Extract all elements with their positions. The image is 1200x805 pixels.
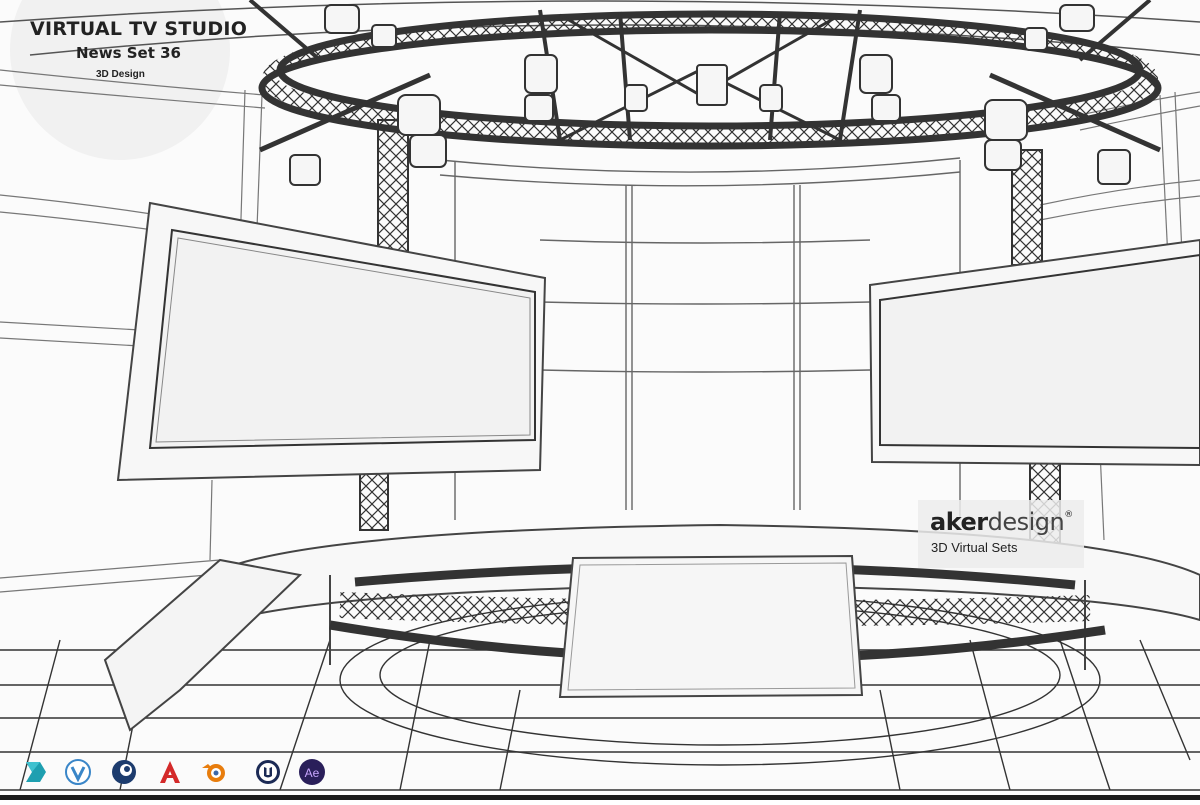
brand-badge: akerdesign® 3D Virtual Sets [918,500,1084,568]
unreal-engine-icon [254,758,282,786]
cinema4d-icon [110,758,138,786]
studio-render [0,0,1200,800]
studio-wireframe-illustration [0,0,1200,800]
brand-name-bold: aker [930,508,988,536]
title-block: VIRTUAL TV STUDIO News Set 36 3D Design [0,0,247,120]
vue-icon [64,758,92,786]
registered-mark: ® [1064,510,1073,520]
brand-name-regular: design [987,508,1065,536]
brand-tagline: 3D Virtual Sets [931,540,1018,555]
page-title: VIRTUAL TV STUDIO [30,18,248,40]
svg-text:Ae: Ae [305,766,320,780]
blender-icon [200,758,228,786]
autocad-icon [156,758,184,786]
brand-logo: akerdesign® [930,508,1073,536]
after-effects-icon: Ae [298,758,326,786]
page-subtitle: News Set 36 [76,44,181,62]
page-tagline: 3D Design [96,69,145,80]
3ds-max-icon [22,758,50,786]
desk-front-panel [558,554,864,699]
